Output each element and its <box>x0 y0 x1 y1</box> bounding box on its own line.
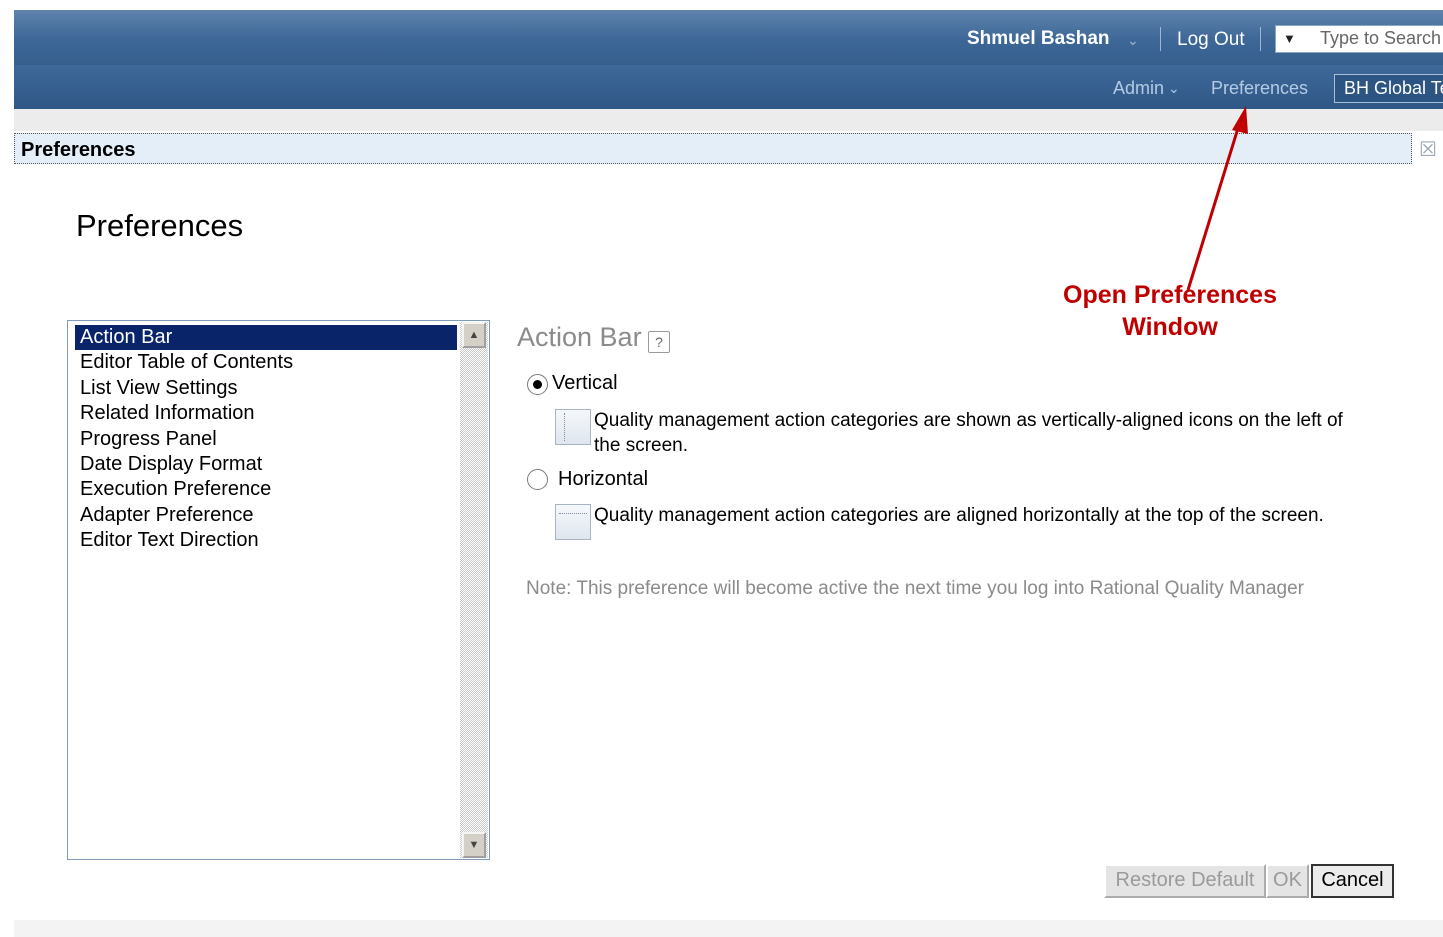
horizontal-radio[interactable] <box>527 469 548 490</box>
close-icon[interactable]: ☒ <box>1419 137 1437 162</box>
help-icon[interactable]: ? <box>648 331 670 353</box>
separator <box>1260 27 1261 51</box>
footer-bar <box>14 920 1443 937</box>
ok-button[interactable]: OK <box>1266 864 1309 898</box>
project-selector[interactable]: BH Global Test <box>1334 74 1443 103</box>
vertical-label[interactable]: Vertical <box>552 372 618 395</box>
preferences-link[interactable]: Preferences <box>1211 78 1308 99</box>
annotation-callout: Open Preferences Window <box>1040 279 1300 343</box>
vertical-description: Quality management action categories are… <box>594 410 1343 456</box>
cancel-button[interactable]: Cancel <box>1311 864 1394 898</box>
page-title: Preferences <box>76 208 244 243</box>
dialog-title: Preferences <box>21 139 136 161</box>
annotation-line-2: Window <box>1122 313 1218 341</box>
search-placeholder: Type to Search <box>1320 28 1442 48</box>
separator <box>1160 27 1161 51</box>
horizontal-description: Quality management action categories are… <box>594 505 1324 526</box>
admin-menu[interactable]: Admin <box>1113 78 1164 99</box>
vertical-radio[interactable] <box>527 374 548 395</box>
list-item-list-view-settings[interactable]: List View Settings <box>75 376 457 401</box>
horizontal-layout-icon <box>555 504 591 540</box>
note-text: Note: This preference will become active… <box>526 578 1304 599</box>
category-list: Action Bar Editor Table of Contents List… <box>75 325 457 554</box>
list-item-related-information[interactable]: Related Information <box>75 401 457 426</box>
user-name-menu[interactable]: Shmuel Bashan <box>967 28 1110 50</box>
spacer-bar <box>14 109 1443 131</box>
chevron-down-icon[interactable]: ⌄ <box>1168 80 1180 97</box>
list-item-action-bar[interactable]: Action Bar <box>75 325 457 351</box>
dialog-title-bar <box>14 133 1412 164</box>
list-item-editor-toc[interactable]: Editor Table of Contents <box>75 350 457 375</box>
section-title: Action Bar <box>517 322 642 352</box>
restore-default-button[interactable]: Restore Default <box>1104 864 1266 898</box>
list-item-progress-panel[interactable]: Progress Panel <box>75 427 457 452</box>
list-item-date-display-format[interactable]: Date Display Format <box>75 452 457 477</box>
list-item-execution-preference[interactable]: Execution Preference <box>75 477 457 502</box>
chevron-down-icon[interactable]: ⌄ <box>1127 32 1139 49</box>
vertical-layout-icon <box>555 409 591 445</box>
list-item-editor-text-direction[interactable]: Editor Text Direction <box>75 528 457 553</box>
annotation-line-1: Open Preferences <box>1063 281 1277 309</box>
horizontal-label[interactable]: Horizontal <box>558 468 648 491</box>
scrollbar[interactable] <box>460 322 488 858</box>
logout-link[interactable]: Log Out <box>1177 29 1245 51</box>
search-scope-dropdown-icon[interactable]: ▼ <box>1283 31 1296 46</box>
list-item-adapter-preference[interactable]: Adapter Preference <box>75 503 457 528</box>
scroll-down-icon[interactable]: ▼ <box>462 832 486 858</box>
scroll-up-icon[interactable]: ▲ <box>462 322 486 348</box>
